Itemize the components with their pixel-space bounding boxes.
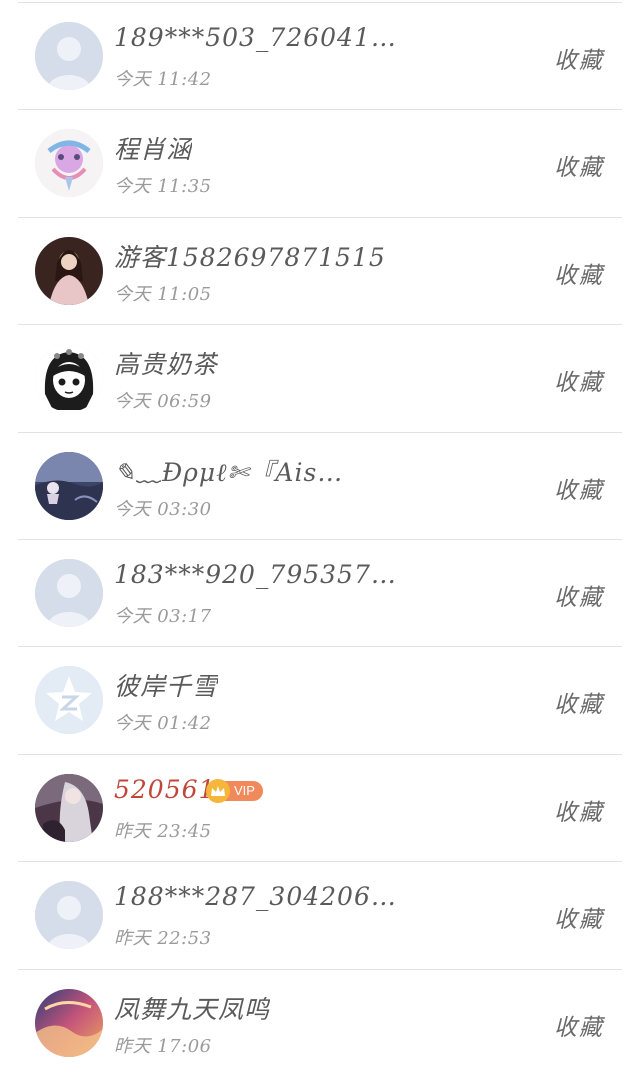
list-item[interactable]: 188***287_304206… 昨天 22:53 收藏 [18, 862, 622, 970]
favorite-button[interactable]: 收藏 [554, 793, 604, 827]
visit-time: 昨天 17:06 [114, 1035, 212, 1057]
scenery-avatar-icon[interactable] [35, 451, 103, 520]
user-list: 189***503_726041… 今天 11:42 收藏 程肖涵 今天 11:… [0, 3, 640, 1077]
user-name: 189***503_726041… [114, 23, 397, 52]
vip-badge: VIP [206, 778, 263, 803]
favorite-button[interactable]: 收藏 [554, 148, 604, 182]
user-name: 彼岸千雪 [114, 672, 219, 702]
visit-time: 今天 01:42 [114, 713, 212, 735]
visit-time: 昨天 22:53 [114, 928, 212, 950]
visit-time: 今天 11:05 [114, 283, 212, 305]
user-name: 游客1582697871515 [114, 242, 386, 272]
favorite-button[interactable]: 收藏 [554, 1008, 604, 1042]
visit-time: 今天 11:42 [114, 69, 212, 90]
user-name: 520561 [114, 774, 216, 804]
user-name: 183***920_795357… [114, 559, 397, 589]
photo-avatar-icon[interactable] [35, 236, 103, 305]
user-name: 凤舞九天凤鸣 [114, 994, 271, 1024]
visit-time: 今天 03:30 [114, 498, 212, 520]
list-item[interactable]: 凤舞九天凤鸣 昨天 17:06 收藏 [18, 970, 622, 1077]
favorite-button[interactable]: 收藏 [554, 256, 604, 290]
user-name: 188***287_304206… [114, 882, 397, 912]
favorite-button[interactable]: 收藏 [554, 578, 604, 612]
default-avatar-icon[interactable] [35, 558, 103, 627]
visit-time: 今天 03:17 [114, 605, 212, 627]
crown-icon [206, 778, 230, 803]
user-name: 高贵奶茶 [114, 350, 219, 380]
favorite-button[interactable]: 收藏 [554, 41, 604, 75]
user-name: ✎﹏Ɖρμℓ✄『Ais… [114, 457, 344, 487]
default-avatar-icon[interactable] [35, 22, 103, 90]
visit-time: 昨天 23:45 [114, 820, 212, 842]
visit-time: 今天 06:59 [114, 391, 212, 413]
manga-avatar-icon[interactable] [35, 344, 103, 413]
list-item[interactable]: 520561 VIP 昨天 23:45 收藏 [18, 755, 622, 863]
painting-avatar-icon[interactable] [35, 988, 103, 1057]
favorite-button[interactable]: 收藏 [554, 471, 604, 505]
favorite-button[interactable]: 收藏 [554, 685, 604, 719]
illustration-avatar-icon[interactable] [35, 773, 103, 842]
favorite-button[interactable]: 收藏 [554, 363, 604, 397]
visit-time: 今天 11:35 [114, 176, 212, 198]
list-item[interactable]: 彼岸千雪 今天 01:42 收藏 [18, 647, 622, 755]
default-avatar-icon[interactable] [35, 881, 103, 950]
anime-avatar-icon[interactable] [35, 129, 103, 198]
list-item[interactable]: 183***920_795357… 今天 03:17 收藏 [18, 540, 622, 648]
list-item[interactable]: ✎﹏Ɖρμℓ✄『Ais… 今天 03:30 收藏 [18, 433, 622, 540]
favorite-button[interactable]: 收藏 [554, 900, 604, 934]
star-avatar-icon[interactable] [35, 666, 103, 735]
user-name: 程肖涵 [114, 135, 193, 165]
list-item[interactable]: 游客1582697871515 今天 11:05 收藏 [18, 218, 622, 326]
list-item[interactable]: 高贵奶茶 今天 06:59 收藏 [18, 325, 622, 433]
list-item[interactable]: 189***503_726041… 今天 11:42 收藏 [18, 3, 622, 111]
list-item[interactable]: 程肖涵 今天 11:35 收藏 [18, 110, 622, 218]
